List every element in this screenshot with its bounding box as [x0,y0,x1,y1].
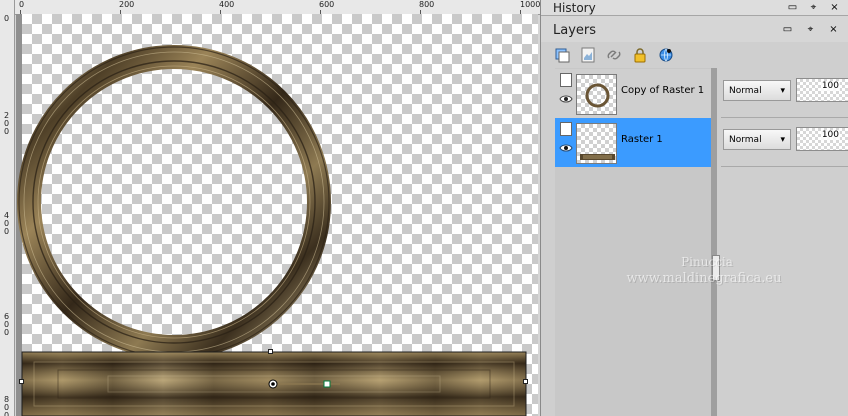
visibility-icon[interactable] [559,142,573,154]
left-ruler-label: 600 [2,312,11,336]
layers-divider [711,68,717,416]
layer-name[interactable]: Raster 1 [621,134,709,146]
layers-toolbar [553,46,675,64]
top-ruler-label: 1000 [520,0,540,9]
left-ruler-label: 200 [2,111,11,135]
panel-resize-handle[interactable] [712,255,720,281]
selection-top-handle[interactable] [268,349,273,354]
layer-row-separator [721,166,848,167]
layer-thumbnail[interactable] [576,123,617,164]
visibility-icon[interactable] [559,93,573,105]
layer-properties-row: Normal ▾ 100 [721,69,848,118]
opacity-value: 100 [820,81,840,91]
left-ruler-label: 0 [2,14,11,22]
layer-page-icon[interactable] [560,73,572,87]
left-ruler: 0 200 400 600 800 [0,0,15,416]
layers-restore-icon[interactable]: ▭ [781,23,794,36]
layer-row-copy-of-raster-1[interactable]: Copy of Raster 1 [555,69,711,118]
left-ruler-label: 800 [2,395,11,416]
dropdown-arrow-icon: ▾ [780,134,785,145]
globe-icon[interactable] [657,46,675,64]
layers-title: Layers [553,23,597,38]
layer-name[interactable]: Copy of Raster 1 [621,85,709,97]
history-window-controls: ▭ ⌖ × [786,1,841,14]
layer-page-icon[interactable] [560,122,572,136]
dropdown-arrow-icon: ▾ [780,85,785,96]
layers-close-icon[interactable]: × [827,23,840,36]
top-ruler-label: 0 [19,0,25,9]
selection-right-handle[interactable] [523,379,528,384]
layer-controls [559,73,573,113]
layer-properties-row: Normal ▾ 100 [721,118,848,167]
history-panel-header: History ▭ ⌖ × [541,0,848,16]
selection-left-handle[interactable] [19,379,24,384]
left-ruler-label: 400 [2,211,11,235]
opacity-field[interactable]: 100 [796,127,848,151]
layer-controls [559,122,573,162]
mask-icon[interactable] [579,46,597,64]
layers-window-controls: ▭ ⌖ × [781,23,840,36]
right-panel: History ▭ ⌖ × Layers ▭ ⌖ × Copy of Raste… [540,0,848,416]
app-window: 0 200 400 600 800 1000 0 200 400 600 800 [0,0,848,416]
blend-mode-value: Normal [729,85,762,96]
layers-pin-icon[interactable]: ⌖ [804,23,817,36]
layer-row-raster-1[interactable]: Raster 1 [555,118,711,167]
opacity-value: 100 [820,130,840,140]
layer-thumbnail[interactable] [576,74,617,115]
history-pin-icon[interactable]: ⌖ [807,1,820,14]
history-close-icon[interactable]: × [828,1,841,14]
top-ruler-label: 400 [219,0,235,9]
canvas-artwork [17,45,527,416]
top-ruler: 0 200 400 600 800 1000 [0,0,540,15]
top-ruler-label: 200 [119,0,135,9]
blend-mode-dropdown[interactable]: Normal ▾ [723,129,791,150]
frame-ring [17,45,331,359]
blend-mode-dropdown[interactable]: Normal ▾ [723,80,791,101]
link-icon[interactable] [605,46,623,64]
canvas-area[interactable] [16,14,538,416]
top-ruler-label: 600 [319,0,335,9]
history-restore-icon[interactable]: ▭ [786,1,799,14]
top-ruler-label: 800 [419,0,435,9]
opacity-field[interactable]: 100 [796,78,848,102]
lock-icon[interactable] [631,46,649,64]
history-title: History [553,1,596,15]
blend-mode-value: Normal [729,134,762,145]
layer-stack-icon[interactable] [553,46,571,64]
